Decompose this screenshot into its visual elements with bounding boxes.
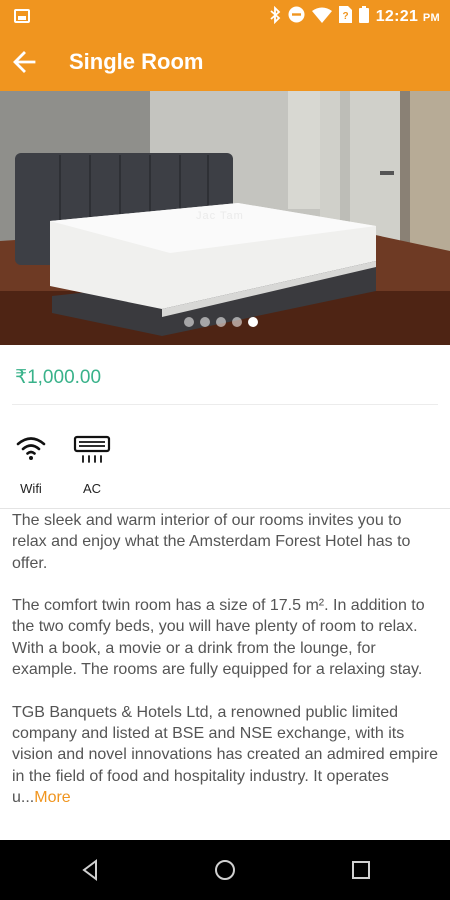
carousel-dot[interactable] bbox=[184, 317, 194, 327]
amenity-label: AC bbox=[82, 481, 102, 496]
no-sim-icon: ? bbox=[338, 6, 352, 28]
nav-recents-icon bbox=[352, 861, 370, 879]
amenity-ac: AC bbox=[67, 435, 117, 496]
carousel-dot[interactable] bbox=[216, 317, 226, 327]
description-paragraph-truncated: TGB Banquets & Hotels Ltd, a renowned pu… bbox=[12, 702, 440, 808]
image-watermark: Jac Tam bbox=[196, 210, 244, 222]
nav-home-button[interactable] bbox=[213, 858, 237, 882]
page-title: Single Room bbox=[69, 49, 204, 74]
carousel-dot[interactable] bbox=[232, 317, 242, 327]
bluetooth-icon bbox=[269, 5, 281, 29]
status-time: 12:21 PM bbox=[375, 8, 440, 25]
wifi-icon bbox=[311, 7, 332, 28]
room-description: The sleek and warm interior of our rooms… bbox=[12, 510, 440, 829]
carousel-indicator bbox=[184, 317, 258, 327]
carousel-dot[interactable] bbox=[200, 317, 210, 327]
svg-text:?: ? bbox=[342, 11, 348, 22]
nav-recents-button[interactable] bbox=[349, 858, 373, 882]
description-paragraph: The sleek and warm interior of our rooms… bbox=[12, 512, 411, 572]
back-button[interactable] bbox=[10, 47, 40, 77]
wifi-icon bbox=[16, 437, 46, 460]
app-bar: Single Room bbox=[0, 34, 450, 91]
battery-icon bbox=[358, 6, 369, 28]
status-icons: ? 12:21 PM bbox=[269, 5, 440, 29]
nav-home-icon bbox=[215, 860, 235, 880]
image-icon bbox=[14, 9, 30, 23]
system-nav-bar bbox=[0, 840, 450, 900]
air-conditioner-icon bbox=[73, 435, 111, 463]
divider bbox=[0, 508, 450, 509]
status-bar: ? 12:21 PM bbox=[0, 0, 450, 34]
description-paragraph: The comfort twin room has a size of 17.5… bbox=[12, 597, 425, 679]
nav-back-icon bbox=[82, 859, 97, 881]
back-arrow-icon bbox=[13, 51, 36, 73]
description-paragraph: TGB Banquets & Hotels Ltd, a renowned pu… bbox=[12, 703, 439, 806]
divider bbox=[12, 404, 438, 405]
room-price: ₹1,000.00 bbox=[15, 367, 102, 388]
do-not-disturb-icon bbox=[288, 6, 305, 28]
more-link[interactable]: More bbox=[34, 789, 70, 806]
amenity-wifi: Wifi bbox=[6, 435, 56, 496]
carousel-dot-active[interactable] bbox=[248, 317, 258, 327]
nav-back-button[interactable] bbox=[79, 858, 103, 882]
room-image-carousel[interactable]: Jac Tam bbox=[0, 91, 450, 345]
amenity-label: Wifi bbox=[20, 481, 42, 496]
